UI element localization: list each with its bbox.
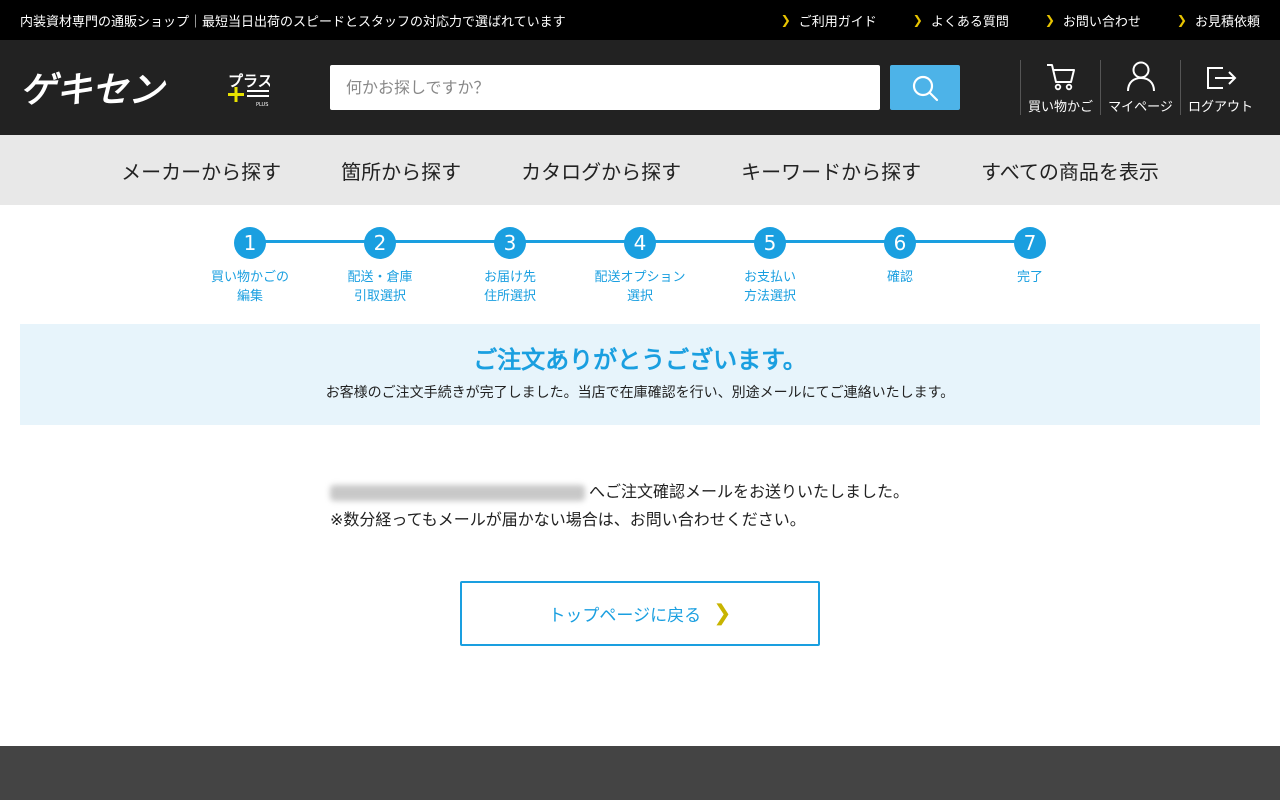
- chevron-right-icon: ❯: [780, 13, 791, 27]
- step-4: 4 配送オプション 選択: [585, 227, 695, 306]
- site-logo[interactable]: ゲキセン プラス PLUS: [20, 68, 270, 108]
- mypage-button[interactable]: マイページ: [1100, 60, 1180, 115]
- svg-text:プラス: プラス: [228, 72, 270, 90]
- step-1: 1 買い物かごの 編集: [195, 227, 305, 306]
- step-6: 6 確認: [845, 227, 955, 287]
- search-input[interactable]: [330, 65, 880, 110]
- search-bar: [330, 65, 960, 110]
- step-5: 5 お支払い 方法選択: [715, 227, 825, 306]
- confirmation-message: へご注文確認メールをお送りいたしました。 ※数分経ってもメールが届かない場合は、…: [330, 478, 909, 534]
- message-line-2: ※数分経ってもメールが届かない場合は、お問い合わせください。: [330, 510, 806, 529]
- step-7: 7 完了: [975, 227, 1085, 287]
- chevron-right-icon: ❯: [912, 13, 923, 27]
- header: ゲキセン プラス PLUS 買い物かご: [0, 40, 1280, 135]
- mypage-label: マイページ: [1108, 100, 1173, 115]
- nav-maker[interactable]: メーカーから探す: [91, 156, 311, 185]
- checkout-steps: 1 買い物かごの 編集 2 配送・倉庫 引取選択 3 お届け先 住所選択 4 配…: [0, 205, 1280, 320]
- header-actions: 買い物かご マイページ ログアウト: [1020, 60, 1260, 115]
- thanks-title: ご注文ありがとうございます。: [473, 346, 807, 374]
- logout-icon: [1206, 67, 1236, 89]
- footer: [0, 746, 1280, 800]
- thanks-text: お客様のご注文手続きが完了しました。当店で在庫確認を行い、別途メールにてご連絡い…: [325, 385, 955, 401]
- nav-all-products[interactable]: すべての商品を表示: [951, 156, 1189, 185]
- search-icon: [912, 75, 939, 101]
- top-links: ❯ ご利用ガイド ❯ よくある質問 ❯ お問い合わせ ❯ お見積依頼: [745, 11, 1260, 30]
- logout-label: ログアウト: [1187, 100, 1253, 115]
- back-to-top-label: トップページに戻る: [548, 606, 702, 626]
- faq-link[interactable]: ❯ よくある質問: [913, 11, 1009, 30]
- nav-catalog[interactable]: カタログから探す: [491, 156, 711, 185]
- svg-text:ゲキセン: ゲキセン: [20, 70, 167, 108]
- user-icon: [1126, 61, 1155, 92]
- svg-text:PLUS: PLUS: [256, 102, 268, 108]
- chevron-right-icon: ❯: [1044, 13, 1055, 27]
- logout-button[interactable]: ログアウト: [1180, 60, 1260, 115]
- nav-location[interactable]: 箇所から探す: [311, 156, 491, 185]
- contact-link[interactable]: ❯ お問い合わせ: [1045, 11, 1141, 30]
- search-button[interactable]: [890, 65, 960, 110]
- chevron-right-icon: ❯: [1176, 13, 1187, 27]
- top-bar: 内装資材専門の通販ショップ｜最短当日出荷のスピードとスタッフの対応力で選ばれてい…: [0, 0, 1280, 40]
- cart-icon: [1046, 64, 1075, 91]
- guide-link[interactable]: ❯ ご利用ガイド: [781, 11, 877, 30]
- chevron-right-icon: ❯: [713, 601, 732, 626]
- cart-button[interactable]: 買い物かご: [1020, 60, 1100, 115]
- cart-label: 買い物かご: [1027, 100, 1093, 115]
- main-nav: メーカーから探す 箇所から探す カタログから探す キーワードから探す すべての商…: [0, 135, 1280, 205]
- thanks-banner: ご注文ありがとうございます。 お客様のご注文手続きが完了しました。当店で在庫確認…: [20, 324, 1260, 425]
- step-3: 3 お届け先 住所選択: [455, 227, 565, 306]
- blurred-email: [330, 484, 585, 501]
- nav-keyword[interactable]: キーワードから探す: [711, 156, 951, 185]
- quote-request-link[interactable]: ❯ お見積依頼: [1177, 11, 1260, 30]
- tagline: 内装資材専門の通販ショップ｜最短当日出荷のスピードとスタッフの対応力で選ばれてい…: [20, 14, 566, 30]
- step-2: 2 配送・倉庫 引取選択: [325, 227, 435, 306]
- back-to-top-button[interactable]: トップページに戻る ❯: [460, 581, 820, 646]
- message-line-1: へご注文確認メールをお送りいたしました。: [589, 482, 910, 501]
